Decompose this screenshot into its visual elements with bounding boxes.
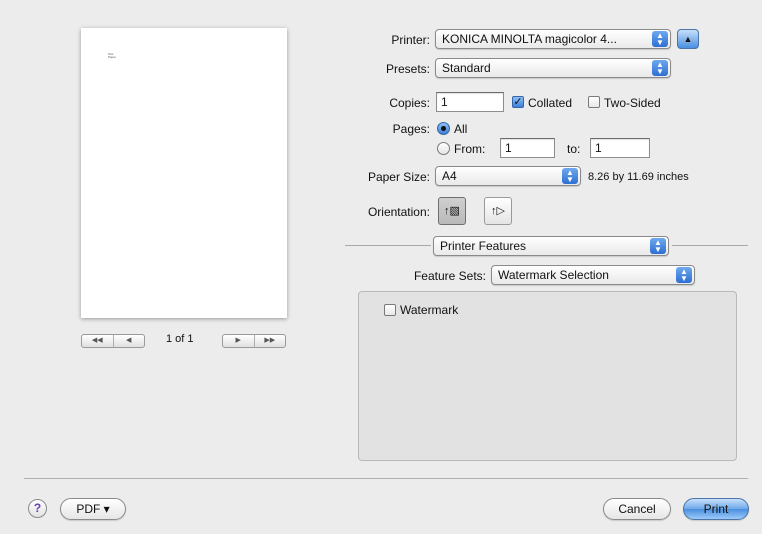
pages-to-label: to: — [567, 142, 581, 156]
section-popup[interactable]: Printer Features ▲ ▼ — [433, 236, 669, 256]
collated-label: Collated — [528, 96, 573, 110]
paper-size-label: Paper Size: — [367, 170, 430, 184]
first-page-icon[interactable]: ◀◀ — [82, 335, 113, 347]
collated-checkbox[interactable]: ✓ — [512, 96, 524, 108]
chevron-updown-icon: ▲ ▼ — [652, 60, 668, 76]
section-divider-right — [672, 245, 748, 246]
landscape-orientation-button[interactable]: ↑▷ — [484, 197, 512, 225]
chevron-updown-icon: ▲ ▼ — [650, 238, 666, 254]
pages-all-radio[interactable] — [437, 122, 450, 135]
printer-value: KONICA MINOLTA magicolor 4... — [442, 32, 617, 46]
section-popup-value: Printer Features — [440, 239, 527, 253]
chevron-updown-icon: ▲ ▼ — [562, 168, 578, 184]
paper-dimensions: 8.26 by 11.69 inches — [588, 171, 689, 183]
preview-prev-controls[interactable]: ◀◀ ◀ — [81, 334, 145, 348]
pages-from-label: From: — [454, 142, 486, 156]
footer-divider — [24, 478, 748, 479]
cancel-button[interactable]: Cancel — [603, 498, 671, 520]
feature-group-box: Watermark — [358, 291, 737, 461]
copies-field[interactable]: 1 — [436, 92, 504, 112]
prev-page-icon[interactable]: ◀ — [112, 335, 145, 347]
chevron-updown-icon: ▲ ▼ — [676, 267, 692, 283]
help-button[interactable]: ? — [28, 499, 47, 518]
printer-label: Printer: — [391, 33, 430, 47]
landscape-icon: ↑▷ — [491, 205, 505, 217]
presets-value: Standard — [442, 61, 491, 75]
feature-sets-value: Watermark Selection — [498, 268, 609, 282]
print-button[interactable]: Print — [683, 498, 749, 520]
chevron-updown-icon: ▲ ▼ — [652, 31, 668, 47]
pages-to-field[interactable]: 1 — [590, 138, 650, 158]
cancel-button-label: Cancel — [618, 502, 656, 516]
two-sided-checkbox[interactable] — [588, 96, 600, 108]
presets-popup[interactable]: Standard ▲ ▼ — [435, 58, 671, 78]
preview-next-controls[interactable]: ▶ ▶▶ — [222, 334, 286, 348]
feature-sets-label: Feature Sets: — [413, 269, 486, 283]
copies-label: Copies: — [389, 96, 430, 110]
pdf-button-label: PDF ▾ — [76, 502, 110, 516]
feature-sets-popup[interactable]: Watermark Selection ▲ ▼ — [491, 265, 695, 285]
two-sided-label: Two-Sided — [604, 96, 661, 110]
section-divider-left — [345, 245, 431, 246]
orientation-label: Orientation: — [367, 205, 430, 219]
next-page-icon[interactable]: ▶ — [223, 335, 254, 347]
pages-label: Pages: — [392, 122, 430, 136]
help-icon: ? — [33, 501, 42, 515]
printer-popup[interactable]: KONICA MINOLTA magicolor 4... ▲ ▼ — [435, 29, 671, 49]
page-count-label: 1 of 1 — [166, 333, 194, 345]
paper-size-value: A4 — [442, 169, 457, 183]
pages-from-field[interactable]: 1 — [500, 138, 555, 158]
portrait-icon: ↑▧ — [444, 205, 460, 217]
triangle-up-icon: ▲ — [683, 34, 693, 44]
portrait-orientation-button[interactable]: ↑▧ — [438, 197, 466, 225]
presets-label: Presets: — [385, 62, 430, 76]
preview-tiny-text: Test Paper — [108, 52, 117, 59]
pdf-button[interactable]: PDF ▾ — [60, 498, 126, 520]
page-preview: Test Paper — [81, 28, 287, 318]
collapse-button[interactable]: ▲ — [677, 29, 699, 49]
pages-from-radio[interactable] — [437, 142, 450, 155]
print-button-label: Print — [703, 502, 729, 516]
paper-size-popup[interactable]: A4 ▲ ▼ — [435, 166, 581, 186]
watermark-label: Watermark — [400, 303, 459, 317]
watermark-checkbox[interactable] — [384, 304, 396, 316]
last-page-icon[interactable]: ▶▶ — [253, 335, 286, 347]
pages-all-label: All — [454, 122, 468, 136]
